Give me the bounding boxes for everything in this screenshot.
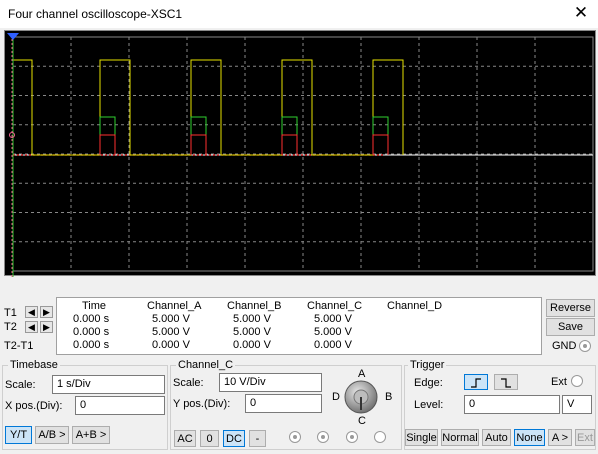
t2-left-arrow-icon[interactable]: ◀ (25, 321, 38, 333)
knob-label-c: C (358, 415, 366, 427)
header-channel-b: Channel_B (227, 300, 282, 312)
level-unit-field[interactable]: V (562, 395, 592, 414)
ext-edge-radio[interactable] (571, 375, 583, 387)
t2-time: 0.000 s (73, 326, 110, 338)
t1-channel-c: 5.000 V (314, 313, 352, 325)
trace-c-pulse (372, 134, 389, 155)
coupling-ac-button[interactable]: AC (174, 430, 196, 447)
trigger-auto-button[interactable]: Auto (482, 429, 511, 446)
header-channel-d: Channel_D (387, 300, 443, 312)
channel-radio-2[interactable] (317, 431, 329, 443)
ab-button[interactable]: A/B > (35, 426, 69, 444)
channel-scale-field[interactable]: 10 V/Div (219, 373, 322, 392)
timebase-scale-label: Scale: (5, 379, 36, 391)
coupling-minus-button[interactable]: - (249, 430, 266, 447)
trace-c-pulse (190, 134, 207, 155)
channel-radio-3[interactable] (346, 431, 358, 443)
oscilloscope-display (4, 30, 596, 277)
knob-label-b: B (385, 391, 393, 403)
level-field[interactable]: 0 (464, 395, 560, 414)
timebase-scale-field[interactable]: 1 s/Div (52, 375, 165, 394)
readout-table: Time Channel_A Channel_B Channel_C Chann… (56, 297, 542, 355)
diff-time: 0.000 s (73, 339, 110, 351)
trigger-title: Trigger (408, 359, 447, 371)
reverse-button[interactable]: Reverse (546, 299, 595, 317)
trace-b-pulse (99, 116, 116, 155)
falling-edge-button[interactable] (494, 374, 518, 390)
oscilloscope-screen (7, 33, 594, 277)
a-plus-b-button[interactable]: A+B > (72, 426, 110, 444)
header-time: Time (82, 300, 107, 312)
timebase-title: Timebase (8, 359, 60, 371)
edge-label: Edge: (414, 377, 443, 389)
t2-channel-c: 5.000 V (314, 326, 352, 338)
row-label-t1: T1 (4, 307, 17, 319)
trace-b-pulse (281, 116, 298, 155)
yt-button[interactable]: Y/T (5, 426, 32, 444)
diff-channel-a: 0.000 V (152, 339, 190, 351)
trigger-normal-button[interactable]: Normal (441, 429, 479, 446)
t1-channel-a: 5.000 V (152, 313, 190, 325)
row-label-t2: T2 (4, 321, 17, 333)
channel-ypos-label: Y pos.(Div): (173, 398, 231, 410)
header-channel-c: Channel_C (307, 300, 363, 312)
timebase-xpos-label: X pos.(Div): (5, 400, 63, 412)
coupling-zero-button[interactable]: 0 (200, 430, 219, 447)
coupling-dc-button[interactable]: DC (223, 430, 245, 447)
channel-radio-4[interactable] (374, 431, 386, 443)
knob-label-d: D (332, 391, 340, 403)
level-label: Level: (414, 399, 444, 411)
t1-channel-b: 5.000 V (233, 313, 271, 325)
rising-edge-icon (471, 378, 481, 388)
t2-right-arrow-icon[interactable]: ▶ (40, 321, 53, 333)
channel-ypos-field[interactable]: 0 (245, 394, 322, 413)
trigger-none-button[interactable]: None (514, 429, 545, 446)
t1-right-arrow-icon[interactable]: ▶ (40, 306, 53, 318)
trace-b-pulse (190, 116, 207, 155)
gnd-label: GND (552, 340, 577, 352)
title-bar: Four channel oscilloscope-XSC1 ✕ (0, 0, 598, 28)
t2-channel-b: 5.000 V (233, 326, 271, 338)
trace-c-pulse (99, 134, 116, 155)
header-channel-a: Channel_A (147, 300, 202, 312)
channel-selector-knob-icon[interactable] (343, 379, 379, 415)
diff-channel-c: 0.000 V (314, 339, 352, 351)
trigger-single-button[interactable]: Single (405, 429, 438, 446)
ext-label: Ext (551, 376, 567, 388)
t1-time: 0.000 s (73, 313, 110, 325)
window-title: Four channel oscilloscope-XSC1 (8, 7, 183, 21)
trigger-source-a-button[interactable]: A > (548, 429, 572, 446)
t2-channel-a: 5.000 V (152, 326, 190, 338)
trace-b-pulse (372, 116, 389, 155)
gnd-radio[interactable] (579, 340, 591, 352)
rising-edge-button[interactable] (464, 374, 488, 390)
save-button[interactable]: Save (546, 318, 595, 336)
t1-left-arrow-icon[interactable]: ◀ (25, 306, 38, 318)
channel-radio-1[interactable] (289, 431, 301, 443)
channel-scale-label: Scale: (173, 377, 204, 389)
trace-c-pulse (281, 134, 298, 155)
row-label-t2-t1: T2-T1 (4, 340, 34, 352)
diff-channel-b: 0.000 V (233, 339, 271, 351)
channel-title: Channel_C (176, 359, 236, 371)
falling-edge-icon (501, 378, 511, 388)
timebase-xpos-field[interactable]: 0 (75, 396, 165, 415)
close-icon[interactable]: ✕ (570, 2, 592, 24)
trigger-source-ext-button[interactable]: Ext (575, 429, 595, 446)
